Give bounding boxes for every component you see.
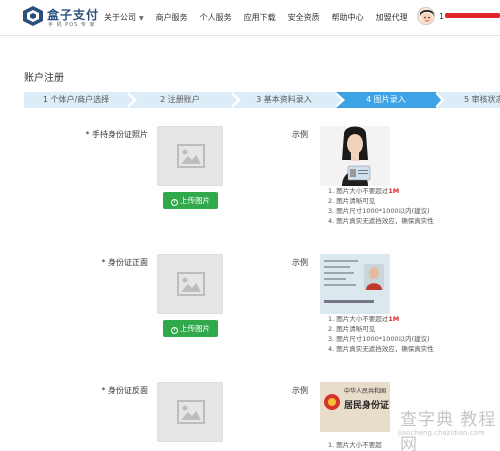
nav-item-about[interactable]: 关于公司 ▼ [104,12,144,24]
watermark-title: 查字典 教程网 [400,410,497,451]
example-label: 示例 [292,258,308,267]
nav-item-merchant[interactable]: 商户服务 [156,12,188,24]
progress-steps: 1 个体户/商户选择 2 注册账户 3 基本资料录入 4 图片录入 5 审核状态 [24,92,500,108]
step-arrow [334,92,341,108]
example-label: 示例 [292,130,308,139]
step-arrow [126,92,133,108]
step-label: 3 基本资料录入 [256,95,312,104]
rule-item: 4. 图片真实无遮挡效应，确保真实性 [328,217,434,225]
chevron-down-icon: ▼ [139,15,144,22]
nav-item-security[interactable]: 安全资质 [288,12,320,24]
step-4-active: 4 图片录入 [336,92,436,108]
rule-item: 2. 图片清晰可见 [328,325,376,333]
step-arrow-active [434,92,441,108]
id-card-front-icon [320,254,390,314]
rule-item: 3. 图片尺寸1000*1000以内(建议) [328,335,430,343]
example-id-front [320,254,390,314]
person-holding-id-icon [320,126,390,186]
image-placeholder-icon [177,400,205,424]
field-label: * 手持身份证照片 [85,130,148,139]
upload-arrow-icon: ↑ [171,327,178,334]
upload-image-button[interactable]: ↑ 上传图片 [163,320,218,337]
rule-item: 1. 图片大小不要超过1M [328,187,400,195]
upload-rules: 1. 图片大小不要超过1M 2. 图片清晰可见 3. 图片尺寸1000*1000… [328,314,434,354]
top-header: 盒子支付 手 机 POS 专 家 关于公司 ▼ 商户服务 个人服务 应用下载 安全… [0,0,500,36]
upload-image-button[interactable]: ↑ 上传图片 [163,192,218,209]
redacted-username-mark [445,13,500,18]
nav-label: 关于公司 [104,13,136,22]
brand-logo-icon[interactable] [22,5,44,27]
step-2: 2 注册账户 [128,92,232,108]
button-label: 上传图片 [180,196,210,205]
upload-preview-box[interactable] [157,382,223,442]
step-label: 5 审核状态 [464,95,500,104]
nav-item-help[interactable]: 帮助中心 [332,12,364,24]
upload-arrow-icon: ↑ [171,199,178,206]
watermark-url: jiaocheng.chazidian.com [398,429,485,437]
rule-item: 4. 图片真实无遮挡效应，确保真实性 [328,345,434,353]
example-handheld-photo [320,126,390,186]
main-nav: 关于公司 ▼ 商户服务 个人服务 应用下载 安全资质 帮助中心 加盟代理 [104,12,420,24]
step-label: 1 个体户/商户选择 [42,95,110,104]
step-1: 1 个体户/商户选择 [24,92,128,108]
avatar[interactable] [417,7,435,25]
avatar-face-icon [418,8,434,24]
step-label: 2 注册账户 [160,95,200,104]
step-arrow [230,92,237,108]
upload-preview-box[interactable] [157,254,223,314]
field-label: * 身份证正面 [101,258,148,267]
nav-item-franchise[interactable]: 加盟代理 [376,12,408,24]
upload-preview-box[interactable] [157,126,223,186]
nav-item-personal[interactable]: 个人服务 [200,12,232,24]
image-placeholder-icon [177,144,205,168]
watermark: 查字典 教程网 jiaocheng.chazidian.com [360,395,500,451]
rule-item: 2. 图片清晰可见 [328,197,376,205]
page-title: 账户注册 [24,73,64,84]
id-card-back-title: 中华人民共和国 [344,388,387,395]
step-3: 3 基本资料录入 [232,92,336,108]
rule-item: 1. 图片大小不要超过1M [328,315,400,323]
rule-item: 3. 图片尺寸1000*1000以内(建议) [328,207,430,215]
example-label: 示例 [292,386,308,395]
field-label: * 身份证反面 [101,386,148,395]
nav-item-download[interactable]: 应用下载 [244,12,276,24]
upload-rules: 1. 图片大小不要超过1M 2. 图片清晰可见 3. 图片尺寸1000*1000… [328,186,434,226]
step-label: 4 图片录入 [366,95,406,104]
button-label: 上传图片 [180,324,210,333]
brand-tagline: 手 机 POS 专 家 [48,22,96,28]
step-5: 5 审核状态 [436,92,500,108]
image-placeholder-icon [177,272,205,296]
